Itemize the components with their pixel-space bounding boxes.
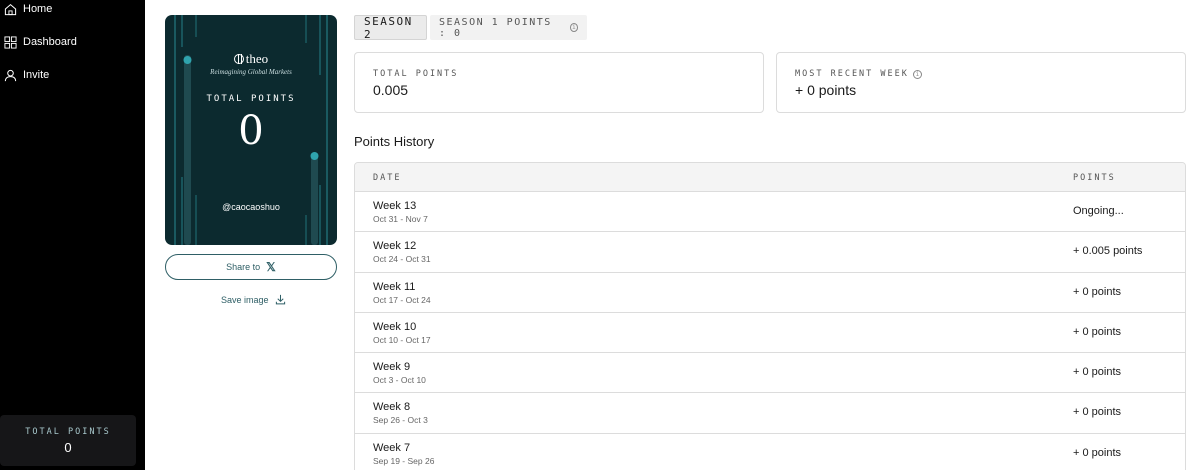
card-tagline: Reimagining Global Markets <box>210 68 292 76</box>
row-points: + 0 points <box>1073 325 1122 338</box>
card-total-value: 0 <box>238 108 264 154</box>
download-icon <box>275 294 285 305</box>
grid-icon <box>4 35 17 49</box>
row-week: Week 7 <box>373 441 411 454</box>
sidebar-item-label: Invite <box>23 69 50 81</box>
home-icon <box>4 3 17 16</box>
row-points: + 0.005 points <box>1073 245 1143 258</box>
points-history-table: DATE POINTS Week 13 Oct 31 - Nov 7 Ongoi… <box>354 162 1186 470</box>
table-row: Week 12 Oct 24 - Oct 31 + 0.005 points <box>355 232 1185 273</box>
table-row: Week 13 Oct 31 - Nov 7 Ongoing... <box>355 192 1185 233</box>
share-to-x-button[interactable]: Share to 𝕏 <box>165 254 337 280</box>
row-date-range: Oct 17 - Oct 24 <box>373 294 431 305</box>
row-date-range: Oct 24 - Oct 31 <box>373 254 431 265</box>
most-recent-week-value: + 0 points <box>795 82 857 98</box>
save-label: Save image <box>221 294 269 305</box>
user-icon <box>4 69 17 82</box>
points-card: theo Reimagining Global Markets TOTAL PO… <box>165 15 337 245</box>
sidebar-item-dashboard[interactable]: Dashboard <box>4 33 77 51</box>
season-1-points: SEASON 1 POINTS : 0 i <box>430 15 587 40</box>
row-points: + 0 points <box>1073 406 1122 419</box>
theo-logo: theo <box>165 51 337 67</box>
season-1-label: SEASON 1 POINTS : 0 <box>439 16 552 39</box>
sidebar-item-home[interactable]: Home <box>4 0 52 18</box>
column-header-points: POINTS <box>1073 173 1116 183</box>
sidebar: Home Dashboard Invite TOTAL POINTS 0 <box>0 0 145 470</box>
row-date-range: Oct 31 - Nov 7 <box>373 214 428 224</box>
most-recent-week-label: MOST RECENT WEEK i <box>795 69 922 79</box>
row-points: + 0 points <box>1073 285 1122 298</box>
total-points-label: TOTAL POINTS <box>373 69 459 79</box>
total-points-stat: TOTAL POINTS 0.005 <box>354 52 764 113</box>
sidebar-item-label: Home <box>23 3 53 15</box>
row-week: Week 13 <box>373 200 417 212</box>
card-total-label: TOTAL POINTS <box>206 94 296 104</box>
row-week: Week 11 <box>373 280 416 293</box>
row-week: Week 12 <box>373 240 417 253</box>
share-label: Share to <box>226 262 261 272</box>
sidebar-total-points: TOTAL POINTS 0 <box>0 415 136 466</box>
row-week: Week 9 <box>373 361 411 374</box>
row-week: Week 10 <box>373 320 417 333</box>
sidebar-item-label: Dashboard <box>23 36 77 48</box>
sidebar-total-label: TOTAL POINTS <box>25 427 111 437</box>
sidebar-item-invite[interactable]: Invite <box>4 66 49 84</box>
row-points: + 0 points <box>1073 446 1122 459</box>
row-points: + 0 points <box>1073 366 1122 379</box>
row-date-range: Oct 3 - Oct 10 <box>373 375 426 386</box>
table-row: Week 11 Oct 17 - Oct 24 + 0 points <box>355 272 1185 313</box>
table-row: Week 8 Sep 26 - Oct 3 + 0 points <box>355 393 1185 434</box>
table-row: Week 10 Oct 10 - Oct 17 + 0 points <box>355 312 1185 354</box>
info-icon[interactable]: i <box>569 23 578 32</box>
points-history-title: Points History <box>354 134 435 149</box>
info-icon[interactable]: i <box>912 69 922 79</box>
theo-logo-icon <box>233 54 244 64</box>
season-2-tab[interactable]: SEASON 2 <box>354 14 427 41</box>
total-points-value: 0.005 <box>373 82 409 98</box>
save-image-button[interactable]: Save image <box>221 294 286 305</box>
row-points: Ongoing... <box>1073 205 1124 217</box>
table-header: DATE POINTS <box>355 163 1185 192</box>
brand-name: theo <box>245 51 269 66</box>
card-handle: @caocaoshuo <box>222 202 280 212</box>
sidebar-total-value: 0 <box>64 440 72 455</box>
x-logo-icon: 𝕏 <box>266 260 276 274</box>
row-date-range: Sep 19 - Sep 26 <box>373 455 435 466</box>
row-date-range: Oct 10 - Oct 17 <box>373 334 431 345</box>
season-2-label: SEASON 2 <box>364 14 413 41</box>
table-row: Week 7 Sep 19 - Sep 26 + 0 points <box>355 433 1185 470</box>
column-header-date: DATE <box>373 173 402 183</box>
row-week: Week 8 <box>373 401 411 414</box>
table-row: Week 9 Oct 3 - Oct 10 + 0 points <box>355 353 1185 394</box>
most-recent-week-stat: MOST RECENT WEEK i + 0 points <box>776 52 1186 113</box>
row-date-range: Sep 26 - Oct 3 <box>373 415 428 426</box>
